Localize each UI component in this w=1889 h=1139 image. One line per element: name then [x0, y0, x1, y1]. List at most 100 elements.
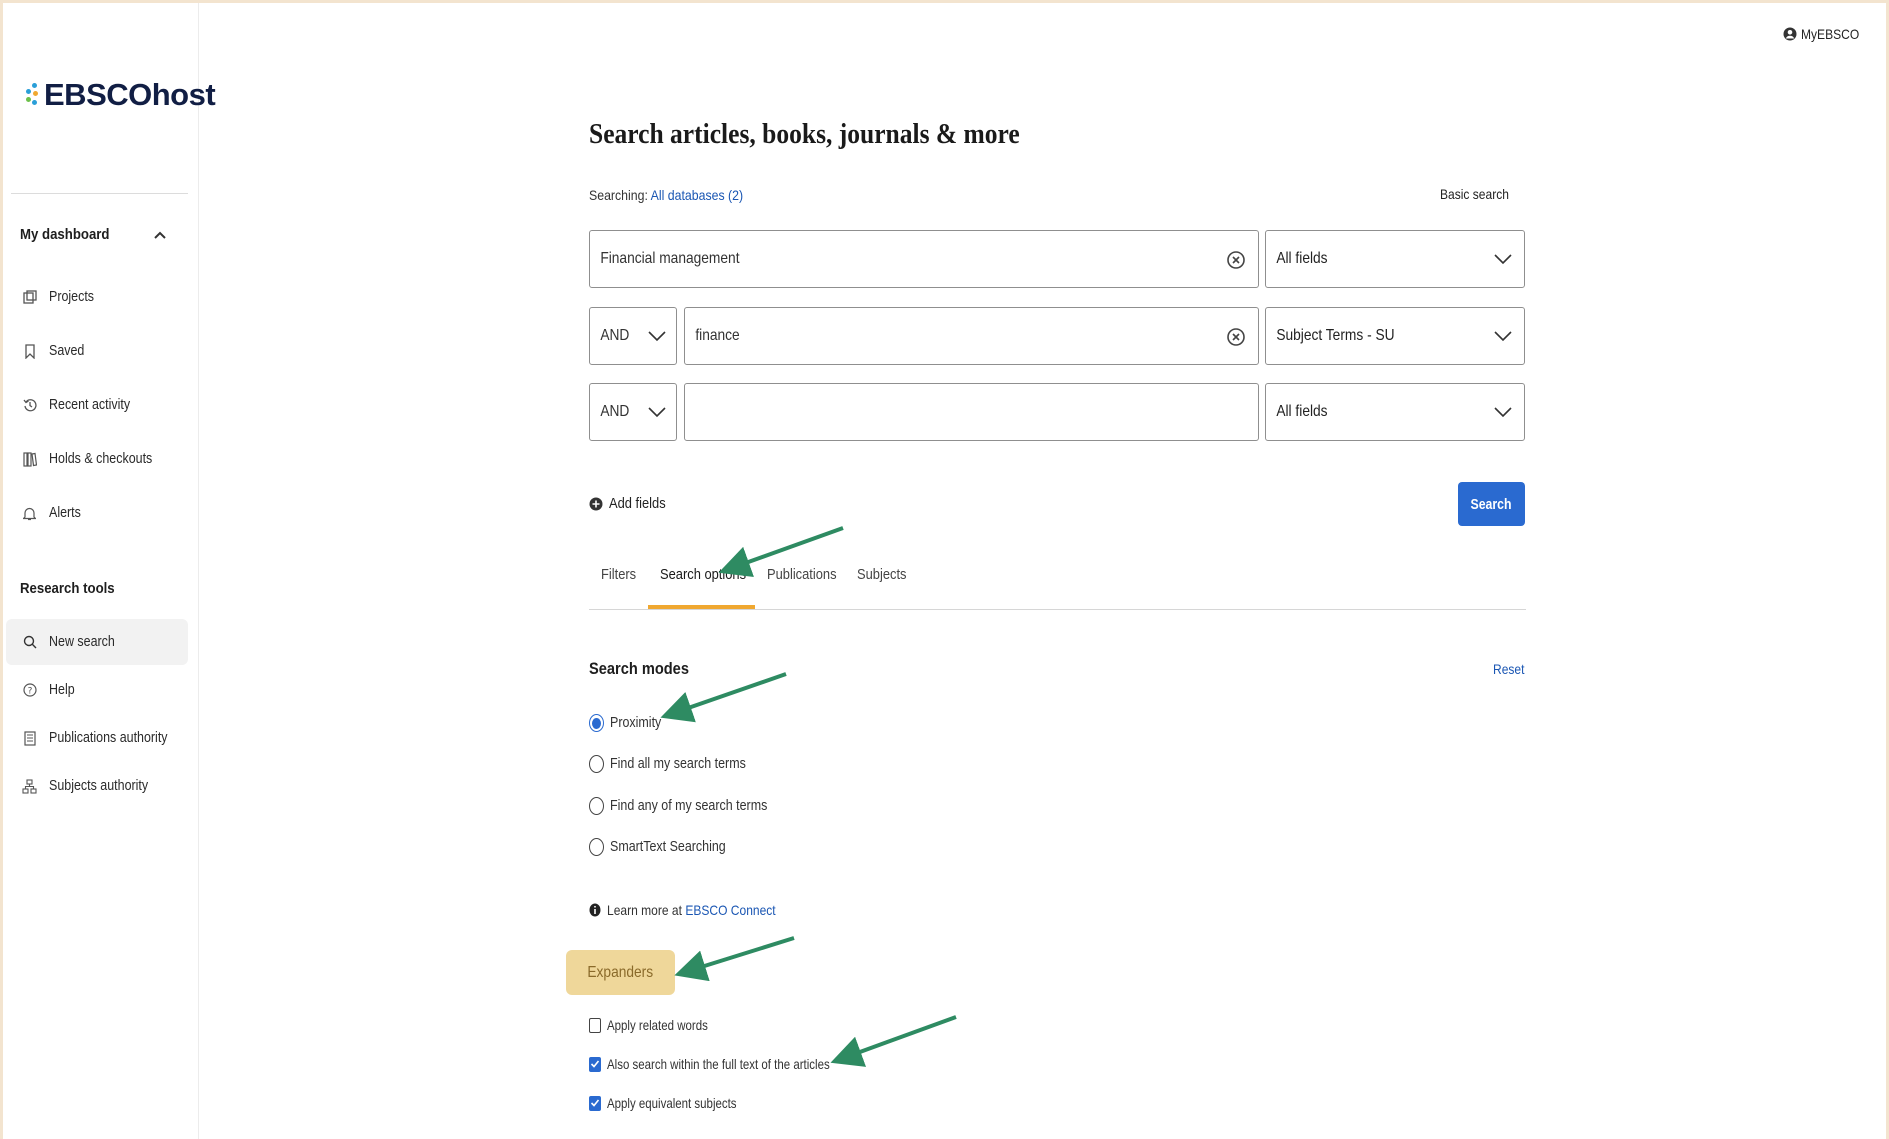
research-tools-heading: Research tools: [20, 580, 115, 597]
arrow-to-expanders: [674, 936, 795, 982]
radio-indicator: [589, 797, 604, 815]
info-icon: [589, 903, 601, 917]
sidebar-item-label: Alerts: [49, 505, 81, 521]
searching-label: Searching:: [589, 187, 648, 203]
radio-label: Proximity: [610, 715, 662, 731]
hierarchy-icon: [22, 778, 37, 794]
radio-indicator: [589, 755, 604, 773]
add-circle-icon: [589, 497, 603, 510]
tab-search-options[interactable]: Search options: [660, 566, 746, 583]
publications-icon: [22, 730, 37, 746]
sidebar-item-label: Help: [49, 682, 75, 698]
checkbox-label: Apply equivalent subjects: [607, 1095, 737, 1111]
search-input-row-1[interactable]: Financial management: [589, 230, 1259, 288]
searching-scope: Searching: All databases (2): [589, 187, 743, 203]
learn-more: Learn more at EBSCO Connect: [589, 902, 803, 918]
radio-find-all[interactable]: Find all my search terms: [589, 755, 768, 773]
books-icon: [22, 451, 37, 467]
search-icon: [22, 634, 37, 650]
radio-find-any[interactable]: Find any of my search terms: [589, 797, 793, 815]
ebsco-connect-link[interactable]: EBSCO Connect: [685, 902, 775, 918]
chevron-down-icon: [648, 331, 666, 342]
tab-publications[interactable]: Publications: [767, 566, 837, 583]
ebscohost-logo[interactable]: EBSCOhost: [25, 77, 216, 113]
add-fields-button[interactable]: Add fields: [589, 495, 675, 512]
page-title: Search articles, books, journals & more: [589, 118, 1020, 150]
sidebar-item-recent-activity[interactable]: Recent activity: [6, 382, 188, 428]
search-options-tabs: Filters Search options Publications Subj…: [589, 558, 1526, 610]
sidebar-item-label: Projects: [49, 289, 95, 305]
checkbox-apply-equivalent-subjects[interactable]: Apply equivalent subjects: [589, 1095, 765, 1111]
sidebar-item-projects[interactable]: Projects: [6, 274, 188, 320]
field-select-row-3[interactable]: All fields: [1265, 383, 1525, 441]
active-tab-indicator: [648, 605, 755, 609]
logo-mark-icon: [25, 80, 41, 110]
operator-value: AND: [600, 403, 630, 420]
search-input-row-2[interactable]: finance: [684, 307, 1259, 365]
chevron-down-icon: [1494, 331, 1512, 342]
checkbox-apply-related-words[interactable]: Apply related words: [589, 1017, 730, 1033]
clear-icon[interactable]: [1226, 250, 1246, 270]
field-select-value: All fields: [1276, 250, 1328, 267]
sidebar-divider: [11, 193, 188, 194]
arrow-to-proximity: [660, 672, 787, 723]
account-label: MyEBSCO: [1801, 26, 1860, 42]
all-databases-link[interactable]: All databases (2): [651, 187, 743, 203]
checkbox-label: Also search within the full text of the …: [607, 1056, 830, 1072]
operator-value: AND: [600, 327, 630, 344]
sidebar-item-saved[interactable]: Saved: [6, 328, 188, 374]
field-select-row-1[interactable]: All fields: [1265, 230, 1525, 288]
chevron-down-icon: [1494, 407, 1512, 418]
checkbox-indicator: [589, 1095, 601, 1111]
radio-indicator: [589, 714, 604, 732]
radio-label: SmartText Searching: [610, 839, 726, 855]
chevron-down-icon: [648, 407, 666, 418]
sidebar-item-subjects-authority[interactable]: Subjects authority: [6, 763, 188, 809]
tab-filters[interactable]: Filters: [601, 566, 636, 583]
search-button-label: Search: [1470, 495, 1513, 513]
checkmark-icon: [590, 1060, 600, 1068]
checkbox-indicator: [589, 1056, 601, 1072]
search-input-row-3[interactable]: [684, 383, 1259, 441]
radio-proximity[interactable]: Proximity: [589, 714, 670, 732]
expanders-heading: Expanders: [566, 950, 675, 995]
radio-label: Find any of my search terms: [610, 798, 768, 814]
reset-link[interactable]: Reset: [1493, 661, 1524, 677]
arrow-to-full-text-option: [830, 1015, 957, 1067]
operator-select-row-2[interactable]: AND: [589, 307, 677, 365]
tab-subjects[interactable]: Subjects: [857, 566, 906, 583]
search-input-value: Financial management: [600, 250, 740, 267]
search-button[interactable]: Search: [1458, 482, 1525, 526]
sidebar-item-label: Subjects authority: [49, 778, 149, 794]
operator-select-row-3[interactable]: AND: [589, 383, 677, 441]
sidebar-item-alerts[interactable]: Alerts: [6, 490, 188, 536]
add-fields-label: Add fields: [609, 495, 666, 512]
radio-smarttext[interactable]: SmartText Searching: [589, 838, 745, 856]
chevron-up-icon[interactable]: [153, 230, 167, 240]
radio-label: Find all my search terms: [610, 756, 746, 772]
dashboard-heading[interactable]: My dashboard: [20, 226, 109, 243]
checkmark-icon: [590, 1099, 600, 1107]
learn-more-prefix: Learn more at: [607, 902, 682, 918]
field-select-row-2[interactable]: Subject Terms - SU: [1265, 307, 1525, 365]
sidebar-item-publications-authority[interactable]: Publications authority: [6, 715, 188, 761]
sidebar-item-label: Holds & checkouts: [49, 451, 153, 467]
sidebar-item-holds-checkouts[interactable]: Holds & checkouts: [6, 436, 188, 482]
svg-text:?: ?: [27, 687, 32, 697]
logo-text: EBSCOhost: [44, 77, 216, 112]
sidebar-item-label: Recent activity: [49, 397, 131, 413]
sidebar-item-label: Publications authority: [49, 730, 168, 746]
sidebar-item-help[interactable]: ? Help: [6, 667, 188, 713]
search-input-value: finance: [695, 327, 740, 344]
basic-search-link[interactable]: Basic search: [1440, 186, 1509, 202]
field-select-value: All fields: [1276, 403, 1328, 420]
myebsco-link[interactable]: MyEBSCO: [1783, 26, 1869, 42]
checkbox-label: Apply related words: [607, 1017, 708, 1033]
checkbox-full-text-search[interactable]: Also search within the full text of the …: [589, 1056, 879, 1072]
sidebar-item-new-search[interactable]: New search: [6, 619, 188, 665]
bell-icon: [22, 505, 37, 521]
checkbox-indicator: [589, 1017, 601, 1033]
clear-icon[interactable]: [1226, 327, 1246, 347]
help-icon: ?: [22, 682, 37, 698]
sidebar-item-label: Saved: [49, 343, 85, 359]
